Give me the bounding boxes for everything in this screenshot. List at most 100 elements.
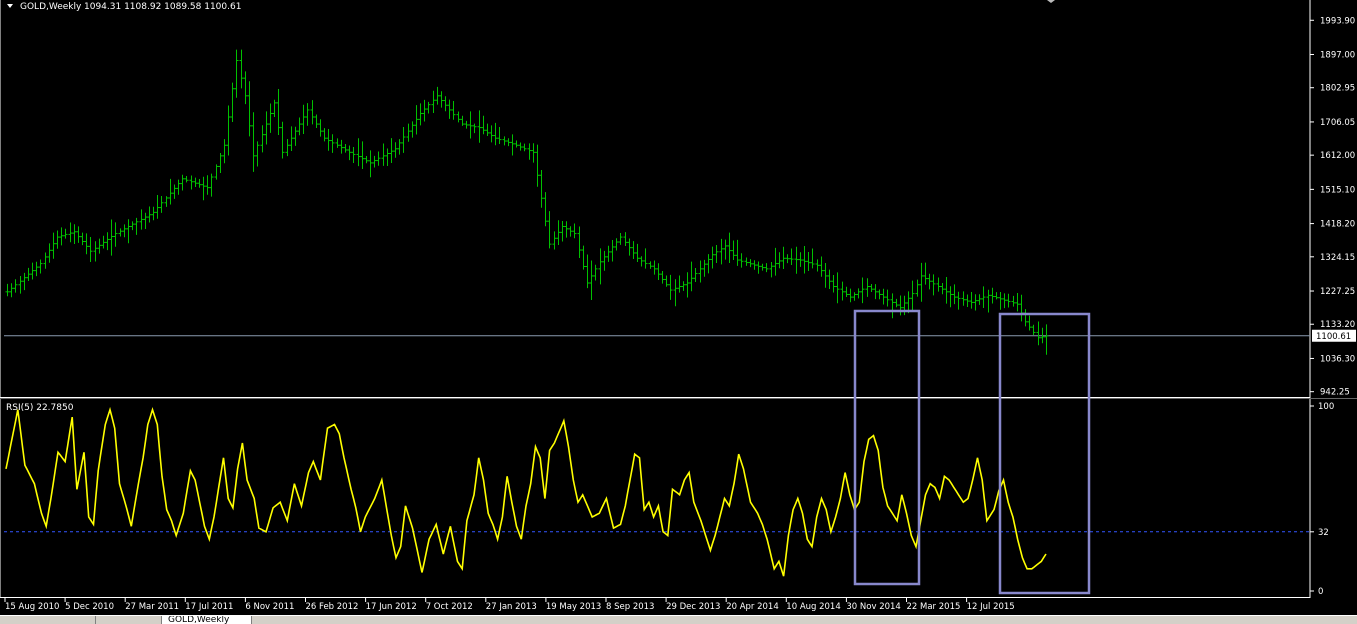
ohlc-bar [260,125,265,153]
ohlc-bar [222,139,227,164]
ohlc-bar [456,111,461,123]
ohlc-bar [589,260,594,301]
dropdown-arrow-icon[interactable] [7,4,13,8]
ohlc-bar [739,253,744,268]
ohlc-bar [51,232,56,259]
ohlc-bar [539,169,544,208]
ohlc-bar [518,142,523,151]
ohlc-bar [126,219,131,244]
ohlc-bar [255,141,260,167]
ohlc-bar [34,261,39,277]
ohlc-bar [514,140,519,148]
ohlc-bar [372,155,377,168]
ohlc-bar [134,217,139,235]
annotation-box[interactable] [998,312,1091,595]
ohlc-bar [285,139,290,157]
ohlc-bar [898,295,903,316]
ohlc-bar [973,294,978,311]
ohlc-bar [773,247,778,276]
ohlc-bar [176,179,181,195]
chart-window[interactable]: GOLD,Weekly 1094.31 1108.92 1089.58 1100.… [0,0,1357,619]
ohlc-bar [577,226,582,258]
ohlc-bar [931,274,936,296]
ohlc-bar [360,141,365,170]
ohlc-bar [493,122,498,146]
time-tick-label: 5 Dec 2010 [65,602,114,612]
ohlc-bar [234,49,239,98]
ohlc-bar [9,283,14,298]
ohlc-bar [439,91,444,108]
ohlc-bar [543,192,548,227]
ohlc-bar [923,262,928,285]
price-tick-label: 1612.00 [1320,151,1355,161]
ohlc-bar [927,273,932,290]
ohlc-bar [272,99,277,118]
ohlc-bar [147,206,152,223]
ohlc-bar [844,286,849,298]
price-tick-label: 1993.90 [1320,16,1355,26]
ohlc-bar [781,246,786,270]
chart-header-symbol: GOLD,Weekly [20,2,82,12]
time-axis: 15 Aug 2010 5 Dec 2010 27 Mar 2011 17 Jul 2… [4,598,1015,612]
ohlc-bar [368,150,373,178]
ohlc-bar [660,271,665,284]
price-tick-label: 1802.95 [1320,84,1355,94]
rsi-tick-label: 0 [1318,587,1323,597]
ohlc-bar [180,174,185,191]
chart-canvas[interactable]: GOLD,Weekly 1094.31 1108.92 1089.58 1100.… [0,0,1357,615]
ohlc-bar [172,184,177,199]
ohlc-bar [981,286,986,309]
ohlc-bar [385,148,390,167]
ohlc-bar [648,261,653,269]
ohlc-bar [159,196,164,213]
ohlc-bar [668,274,673,300]
ohlc-bar [143,212,148,230]
ohlc-bar [97,238,102,254]
scroll-shift-icon[interactable] [1047,0,1055,3]
ohlc-bar [915,279,920,297]
ohlc-bar [68,222,73,243]
ohlc-bar [877,289,882,300]
ohlc-bar [719,238,724,265]
ohlc-bar [451,101,456,120]
ohlc-bar [343,144,348,153]
price-tick-label: 1227.25 [1320,287,1355,297]
ohlc-bar [301,104,306,134]
ohlc-bar [568,226,573,237]
price-tick-label: 1036.30 [1320,354,1355,364]
ohlc-bar [351,147,356,163]
ohlc-bar [852,292,857,301]
ohlc-bar [122,224,127,238]
ohlc-bar [376,151,381,166]
ohlc-bar [956,291,961,310]
ohlc-bar [381,143,386,166]
ohlc-bar [502,136,507,146]
ohlc-bar [936,277,941,292]
ohlc-bar [698,260,703,283]
ohlc-bar [88,236,93,262]
ohlc-bar [639,256,644,267]
ohlc-bar [356,138,361,167]
ohlc-bar [635,243,640,263]
ohlc-bar [330,134,335,153]
ohlc-bar [873,284,878,300]
ohlc-bar [885,289,890,307]
ohlc-bar [460,115,465,126]
ohlc-bar [22,272,27,291]
ohlc-bar [139,209,144,230]
ohlc-bar [318,119,323,137]
ohlc-bar [426,101,431,114]
ohlc-bar [910,280,915,311]
ohlc-bar [802,245,807,274]
time-tick-label: 27 Mar 2011 [125,602,179,612]
ohlc-bar [819,256,824,277]
ohlc-bar [30,262,35,280]
annotation-box[interactable] [853,309,921,586]
ohlc-bar [714,245,719,263]
ohlc-bar [80,232,85,246]
ohlc-bar [806,251,811,271]
ohlc-bar [598,248,603,285]
ohlc-bar [706,254,711,274]
ohlc-bar [673,279,678,307]
ohlc-bar [618,232,623,245]
